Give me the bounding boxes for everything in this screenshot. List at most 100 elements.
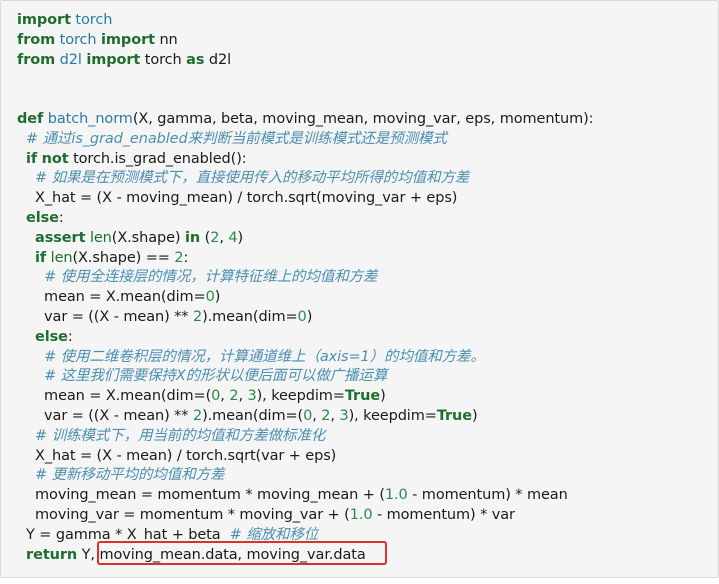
code-token: var = ((X - mean) ** [17,407,193,424]
code-token: moving_var = momentum * moving_var + ( [17,506,350,523]
code-token: : [183,249,189,266]
code-token: ) [472,407,478,424]
code-keyword: import [86,51,141,68]
code-line: mean = X.mean(dim=(0, 2, 3), keepdim=Tru… [17,387,593,407]
code-line: # 如果是在预测模式下，直接使用传入的移动平均所得的均值和方差 [17,169,593,189]
code-token: batch_norm [47,110,133,127]
code-comment: # 通过is_grad_enabled来判断当前模式是训练模式还是预测模式 [26,130,447,147]
code-token: var = ((X - mean) ** [17,308,193,325]
code-token: 1.0 [384,487,408,504]
code-keyword: from [17,31,56,48]
code-token: 4 [228,229,238,246]
code-line: from d2l import torch as d2l [17,51,593,71]
code-keyword: not [41,150,69,167]
code-token: 3 [339,407,349,424]
code-token: ) [306,308,313,325]
code-keyword: else [26,209,59,226]
code-keyword: import [101,31,155,48]
code-token: X_hat = (X - moving_mean) / torch.sqrt(m… [17,190,458,207]
code-line: moving_var = momentum * moving_var + (1.… [17,506,593,526]
code-token: 1.0 [349,506,373,523]
code-token: 2 [192,407,203,424]
code-token: ) [214,289,221,306]
code-line: else: [17,328,593,348]
code-line: if len(X.shape) == 2: [17,249,593,269]
code-token: (X.shape) == [72,249,175,266]
code-comment: # 使用二维卷积层的情况，计算通道维上（axis=1）的均值和方差。 [44,348,485,365]
code-token: 0 [211,388,221,405]
code-line: assert len(X.shape) in (2, 4) [17,229,593,249]
code-token: nn [154,31,178,48]
code-token: ( [200,229,211,246]
code-line: # 训练模式下，用当前的均值和方差做标准化 [17,427,593,447]
code-keyword: if [26,150,38,167]
code-token: moving_mean = momentum * moving_mean + ( [17,487,385,504]
code-line: # 通过is_grad_enabled来判断当前模式是训练模式还是预测模式 [17,130,593,150]
code-keyword: def [17,110,44,127]
code-token: ), keepdim= [348,407,437,424]
code-token: : [58,209,64,226]
code-line: var = ((X - mean) ** 2).mean(dim=(0, 2, … [17,407,593,427]
code-keyword: return [26,546,78,563]
code-token: : [67,328,73,345]
code-comment: # 这里我们需要保持X的形状以便后面可以做广播运算 [44,368,388,385]
code-token: mean = X.mean(dim= [17,289,206,306]
code-token: , [220,388,230,405]
code-line: import torch [17,11,593,31]
code-token: torch [75,12,113,28]
code-token: ) [380,388,386,405]
code-token: X_hat = (X - mean) / torch.sqrt(var + ep… [17,447,337,464]
code-comment: # 如果是在预测模式下，直接使用传入的移动平均所得的均值和方差 [35,170,470,187]
code-listing: import torch from torch import nn from d2l… [17,11,594,565]
code-keyword: True [436,407,473,424]
code-token: 0 [297,308,307,325]
code-token: ).mean(dim= [202,308,298,325]
code-line: if not torch.is_grad_enabled(): [17,150,593,170]
code-token: - momentum) * var [372,506,515,523]
code-comment: # 更新移动平均的均值和方差 [35,467,225,484]
code-token: ), keepdim= [256,388,345,405]
code-comment: # 使用全连接层的情况，计算特征维上的均值和方差 [44,269,378,286]
code-line: def batch_norm(X, gamma, beta, moving_me… [17,110,594,130]
code-token: , [312,407,322,424]
code-token: , [219,229,229,246]
code-line: from torch import nn [17,31,593,51]
code-token: 0 [205,289,215,306]
code-token: len [89,229,112,246]
code-line: mean = X.mean(dim=0) [17,288,593,308]
code-line: var = ((X - mean) ** 2).mean(dim=0) [17,308,593,328]
code-line: else: [17,209,593,229]
code-line: # 更新移动平均的均值和方差 [17,466,593,486]
code-line: X_hat = (X - moving_mean) / torch.sqrt(m… [17,189,593,209]
code-token: (X.shape) [111,229,186,246]
code-token: d2l [59,51,82,68]
code-token: 0 [303,407,313,424]
code-token: 2 [192,308,203,325]
return-values-highlight-box [97,541,387,565]
code-keyword: as [186,51,205,68]
code-token: d2l [204,51,232,68]
code-keyword: if [35,249,47,266]
code-line: moving_mean = momentum * moving_mean + (… [17,486,593,506]
code-comment: # 训练模式下，用当前的均值和方差做标准化 [35,427,326,444]
code-block: import torch from torch import nn from d2l… [0,0,719,578]
code-token: mean = X.mean(dim=( [17,388,212,405]
code-token: torch [59,31,97,48]
code-token: - momentum) * mean [407,487,568,504]
code-token: 2 [210,229,220,246]
code-keyword: from [17,51,56,68]
code-keyword: True [344,388,381,405]
code-token: (X, gamma, beta, moving_mean, moving_var… [132,110,594,127]
